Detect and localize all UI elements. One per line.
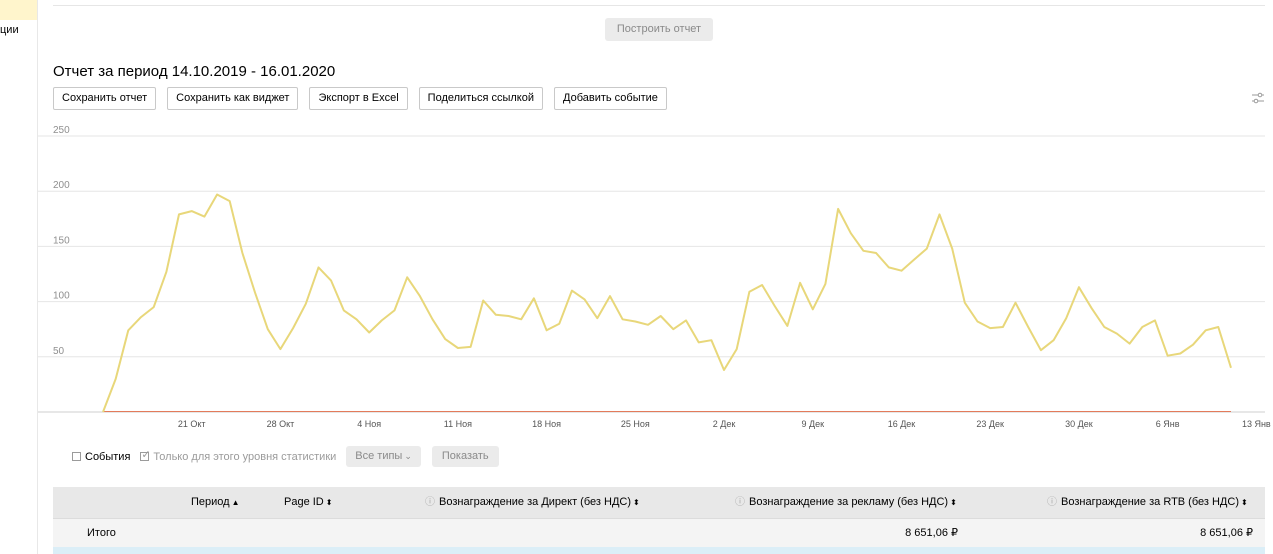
build-report-button[interactable]: Построить отчет xyxy=(605,18,713,41)
add-event-button[interactable]: Добавить событие xyxy=(554,87,667,110)
help-icon[interactable]: ⓘ xyxy=(425,497,435,508)
sort-icon: ⬍ xyxy=(633,498,640,507)
event-types-dropdown[interactable]: Все типы ⌄ xyxy=(346,446,421,467)
save-report-button[interactable]: Сохранить отчет xyxy=(53,87,157,110)
total-ads-value: 8 651,06 ₽ xyxy=(905,527,958,539)
show-button[interactable]: Показать xyxy=(431,446,499,467)
line-chart: 50 100 150 200 250 21 Окт 28 Окт 4 Ноя 11 Ноя 18 … xyxy=(38,125,1271,429)
sort-asc-icon: ▲ xyxy=(231,498,240,507)
x-tick-label: 25 Ноя xyxy=(621,419,650,429)
save-as-widget-button[interactable]: Сохранить как виджет xyxy=(167,87,299,110)
column-header-label: Page ID xyxy=(284,496,324,508)
column-header-label: Период xyxy=(191,496,230,508)
chevron-down-icon: ⌄ xyxy=(404,451,412,461)
table-header: Период ▲ Page ID ⬍ ⓘ Вознаграждение за Дире… xyxy=(53,487,1265,518)
column-header-period[interactable]: Период ▲ xyxy=(191,487,240,518)
column-header-ads-reward[interactable]: ⓘ Вознаграждение за рекламу (без НДС) ⬍ xyxy=(735,487,957,518)
report-title: Отчет за период 14.10.2019 - 16.01.2020 xyxy=(53,63,336,80)
x-tick-label: 13 Янв xyxy=(1242,419,1271,429)
chart-container: 50 100 150 200 250 21 Окт 28 Окт 4 Ноя 11 Ноя 18 … xyxy=(0,120,1273,440)
x-tick-label: 4 Ноя xyxy=(357,419,381,429)
x-tick-label: 9 Дек xyxy=(801,419,824,429)
help-icon[interactable]: ⓘ xyxy=(1047,497,1057,508)
chart-controls: События Только для этого уровня статисти… xyxy=(72,446,499,467)
x-tick-label: 16 Дек xyxy=(888,419,916,429)
share-link-button[interactable]: Поделиться ссылкой xyxy=(418,87,543,110)
divider xyxy=(53,5,1265,6)
x-tick-label: 21 Окт xyxy=(178,419,206,429)
export-excel-button[interactable]: Экспорт в Excel xyxy=(309,87,408,110)
settings-sliders-icon[interactable] xyxy=(1251,91,1265,105)
total-rtb-value: 8 651,06 ₽ xyxy=(1200,527,1253,539)
x-tick-label: 30 Дек xyxy=(1065,419,1093,429)
column-header-direct-reward[interactable]: ⓘ Вознаграждение за Директ (без НДС) ⬍ xyxy=(425,487,640,518)
x-tick-label: 2 Дек xyxy=(713,419,736,429)
event-types-value: Все типы xyxy=(355,450,403,462)
level-only-label: Только для этого уровня статистики xyxy=(153,450,337,463)
y-tick-label: 250 xyxy=(53,125,70,136)
total-label: Итого xyxy=(87,527,116,539)
x-tick-label: 23 Дек xyxy=(976,419,1004,429)
sidebar-item-label[interactable]: ции xyxy=(0,24,19,36)
table-row-total: Итого 8 651,06 ₽ 8 651,06 ₽ xyxy=(53,518,1265,547)
x-tick-label: 11 Ноя xyxy=(444,419,472,429)
checkbox-box-checked[interactable] xyxy=(140,448,151,461)
stats-table: Период ▲ Page ID ⬍ ⓘ Вознаграждение за Дире… xyxy=(53,487,1265,554)
column-header-label: Вознаграждение за Директ (без НДС) xyxy=(439,496,631,508)
report-actions: Сохранить отчет Сохранить как виджет Экс… xyxy=(53,87,667,110)
column-header-page-id[interactable]: Page ID ⬍ xyxy=(284,487,332,518)
events-label: События xyxy=(85,450,131,463)
sort-icon: ⬍ xyxy=(325,498,333,507)
x-tick-label: 18 Ноя xyxy=(532,419,561,429)
sort-icon: ⬍ xyxy=(950,498,957,507)
x-tick-label: 6 Янв xyxy=(1156,419,1180,429)
series-line-primary xyxy=(102,193,1232,413)
column-header-label: Вознаграждение за рекламу (без НДС) xyxy=(749,496,949,508)
y-tick-label: 150 xyxy=(53,235,70,246)
help-icon[interactable]: ⓘ xyxy=(735,497,745,508)
y-tick-label: 200 xyxy=(53,180,70,191)
y-tick-label: 100 xyxy=(53,291,70,302)
y-tick-label: 50 xyxy=(53,346,65,357)
column-header-rtb-reward[interactable]: ⓘ Вознаграждение за RTB (без НДС) ⬍ xyxy=(1047,487,1248,518)
column-header-label: Вознаграждение за RTB (без НДС) xyxy=(1061,496,1239,508)
level-only-checkbox[interactable]: Только для этого уровня статистики xyxy=(140,448,337,463)
table-row[interactable] xyxy=(53,547,1265,554)
checkbox-box[interactable] xyxy=(72,452,81,461)
events-checkbox[interactable]: События xyxy=(72,451,130,463)
x-tick-label: 28 Окт xyxy=(267,419,295,429)
sort-icon: ⬍ xyxy=(1241,498,1248,507)
sidebar-active-item[interactable] xyxy=(0,0,37,20)
